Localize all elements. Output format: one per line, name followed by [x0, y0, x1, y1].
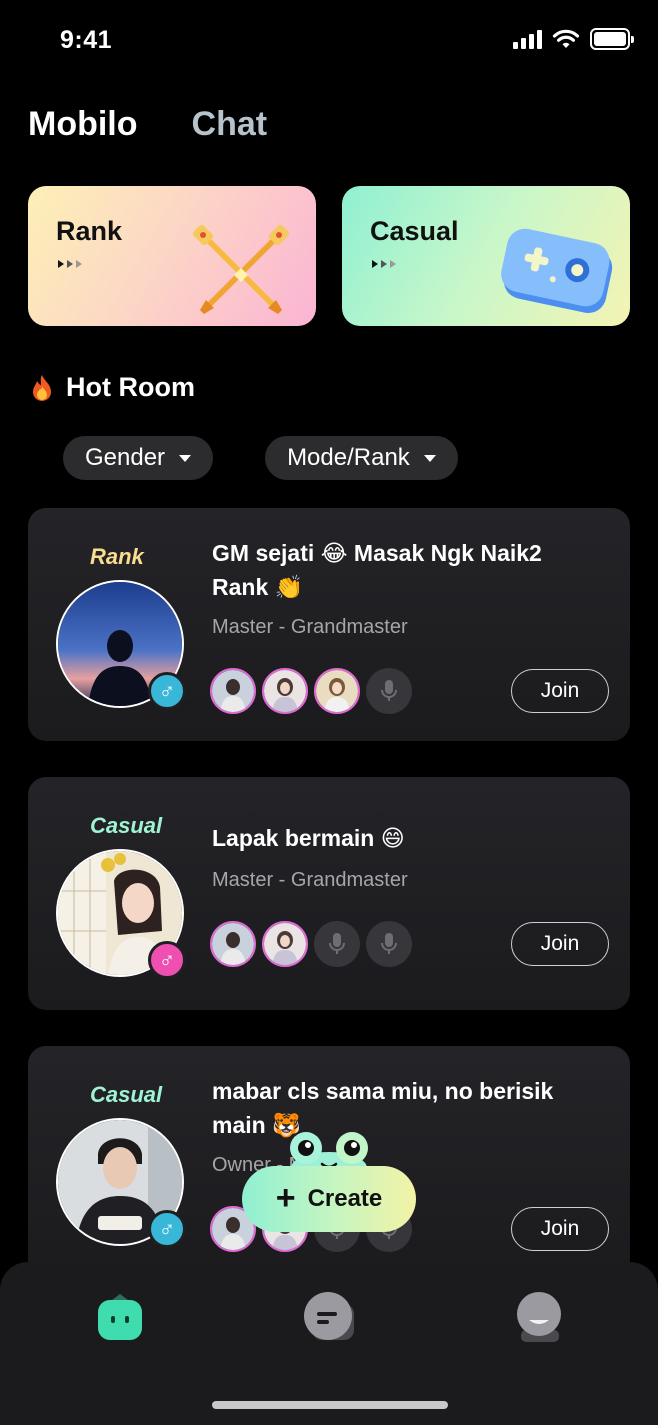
chat-icon: [304, 1292, 354, 1340]
tab-chat[interactable]: Chat: [192, 105, 268, 144]
hot-room-title: Hot Room: [66, 372, 195, 402]
tab-mobilo-label: Mobilo: [28, 105, 138, 143]
create-room-fab[interactable]: + Create: [242, 1128, 416, 1232]
mode-cards: Rank Casual: [28, 186, 630, 326]
battery-icon: [590, 28, 634, 50]
empty-seat-mic-icon[interactable]: [366, 921, 412, 967]
nav-profile[interactable]: [515, 1292, 563, 1342]
plus-icon: +: [275, 1178, 296, 1217]
member-avatar[interactable]: [210, 921, 256, 967]
nav-home[interactable]: [96, 1292, 144, 1342]
robot-home-icon: [98, 1294, 142, 1340]
status-time: 9:41: [60, 26, 113, 54]
hot-room-header: Hot Room: [30, 372, 195, 403]
casual-mode-card[interactable]: Casual: [342, 186, 630, 326]
room-mode-label: Rank: [90, 544, 144, 569]
fire-icon: [33, 374, 51, 401]
rank-mode-card[interactable]: Rank: [28, 186, 316, 326]
room-rank-range: Master - Grandmaster: [212, 869, 408, 891]
male-gender-badge: ♂: [148, 672, 186, 710]
arrows-icon: [372, 260, 396, 268]
member-avatar[interactable]: [262, 668, 308, 714]
room-title: Lapak bermain 😄: [212, 825, 405, 851]
caret-down-icon: [423, 454, 436, 462]
bottom-nav: [0, 1262, 658, 1425]
room-title: GM sejati 😂 Masak Ngk Naik2 Rank 👏: [212, 540, 542, 600]
room-mode-label: Casual: [90, 813, 163, 838]
wifi-icon: [552, 29, 580, 48]
male-gender-badge: ♂: [148, 1210, 186, 1248]
home-indicator: [212, 1401, 448, 1409]
nav-chat[interactable]: [304, 1292, 354, 1342]
create-button[interactable]: + Create: [242, 1166, 416, 1232]
cellular-signal-icon: [513, 29, 542, 49]
male-gender-badge: ♂: [148, 941, 186, 979]
member-avatar[interactable]: [262, 921, 308, 967]
filters: Gender Mode/Rank: [63, 436, 458, 480]
top-tabs: Mobilo Chat: [28, 105, 268, 155]
room-card[interactable]: Casual ♂ Lapak bermain 😄 Master - Grandm…: [28, 777, 630, 1010]
arrows-icon: [58, 260, 82, 268]
gender-filter-dropdown[interactable]: Gender: [63, 436, 214, 480]
casual-mode-title: Casual: [370, 216, 459, 246]
empty-seat-mic-icon[interactable]: [366, 668, 412, 714]
status-icons: [513, 28, 634, 50]
join-button[interactable]: Join: [511, 922, 609, 966]
mode-rank-filter-label: Mode/Rank: [287, 444, 410, 471]
caret-down-icon: [179, 454, 192, 462]
room-rank-range: Master - Grandmaster: [212, 616, 408, 638]
join-button[interactable]: Join: [511, 1207, 609, 1251]
gender-filter-label: Gender: [85, 444, 166, 471]
member-avatar[interactable]: [314, 668, 360, 714]
tab-chat-label: Chat: [191, 105, 268, 143]
room-card[interactable]: Rank ♂ GM sejati 😂 Masak Ngk Naik2 Rank …: [28, 508, 630, 741]
tab-mobilo[interactable]: Mobilo: [28, 105, 138, 155]
empty-seat-mic-icon[interactable]: [314, 921, 360, 967]
create-button-label: Create: [307, 1185, 383, 1212]
crossed-swords-icon: [192, 224, 290, 314]
room-mode-label: Casual: [90, 1082, 163, 1107]
join-button[interactable]: Join: [511, 669, 609, 713]
mode-rank-filter-dropdown[interactable]: Mode/Rank: [265, 436, 458, 480]
gamepad-icon: [501, 228, 613, 313]
profile-icon: [517, 1292, 561, 1342]
member-avatar[interactable]: [210, 668, 256, 714]
rank-mode-title: Rank: [56, 216, 123, 246]
member-list: [210, 668, 412, 714]
status-bar: 9:41: [0, 0, 658, 80]
member-list: [210, 921, 412, 967]
